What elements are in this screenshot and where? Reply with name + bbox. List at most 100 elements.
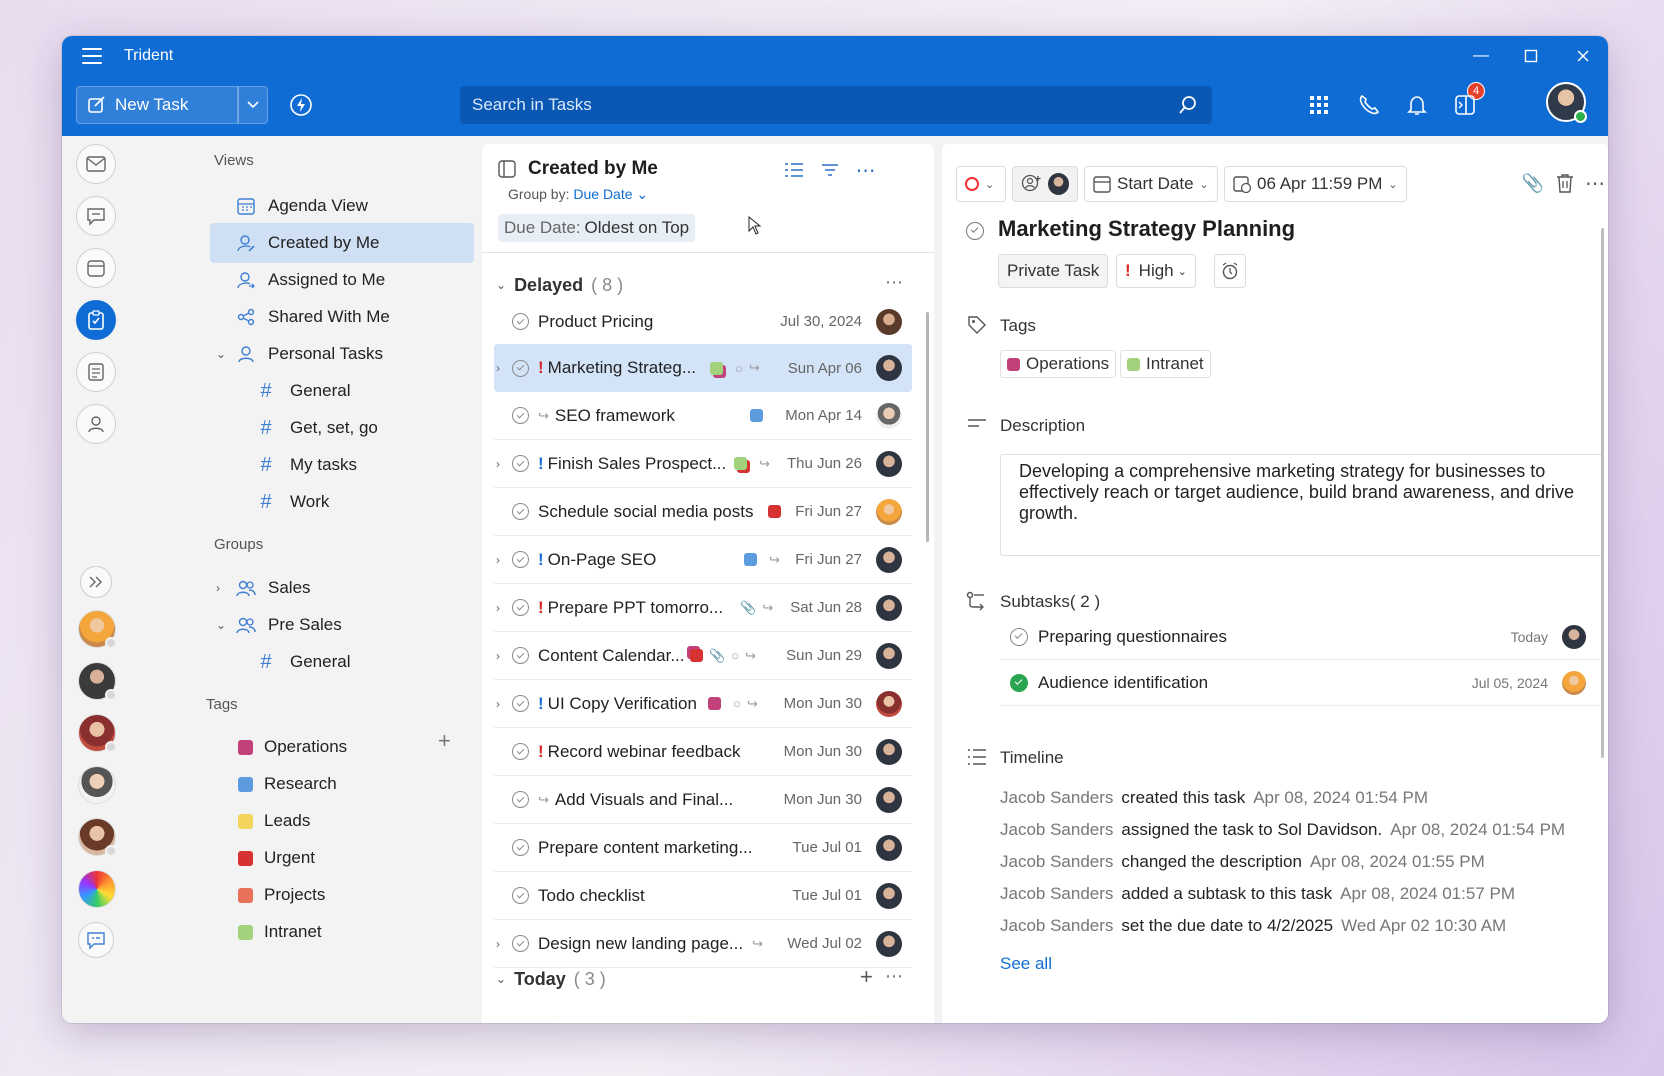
view-options-button[interactable] xyxy=(782,158,806,182)
contact-avatar-1[interactable] xyxy=(78,610,117,649)
tag-chip-operations[interactable]: Operations xyxy=(1000,350,1117,378)
sidebar-tag-projects[interactable]: Projects xyxy=(210,875,474,915)
rail-contacts[interactable] xyxy=(76,404,116,444)
description-field[interactable]: Developing a comprehensive marketing str… xyxy=(1000,454,1602,556)
sidebar-item-assigned-to-me[interactable]: Assigned to Me xyxy=(210,260,474,300)
task-checkbox[interactable] xyxy=(512,313,529,330)
subtask-checkbox-done[interactable] xyxy=(1010,673,1028,692)
chevron-right-icon[interactable]: › xyxy=(496,457,500,471)
new-task-button[interactable]: New Task xyxy=(76,86,238,124)
status-dropdown[interactable]: ⌄ xyxy=(956,166,1006,202)
sort-chip[interactable]: Due Date: Oldest on Top xyxy=(498,214,696,242)
sidebar-item-pre-sales[interactable]: ⌄ Pre Sales xyxy=(210,605,474,645)
filter-button[interactable] xyxy=(818,158,842,182)
complete-task-checkbox[interactable] xyxy=(966,222,984,240)
task-checkbox[interactable] xyxy=(512,839,529,856)
collapse-pane-icon[interactable] xyxy=(498,160,516,183)
sidebar-tag-research[interactable]: Research xyxy=(210,764,474,804)
sidebar-item-get-set-go[interactable]: # Get, set, go xyxy=(210,408,474,448)
group-header-delayed[interactable]: ⌄ Delayed ( 8 ) xyxy=(496,270,623,300)
sidebar-tag-urgent[interactable]: Urgent xyxy=(210,838,474,878)
attach-button[interactable]: 📎 xyxy=(1520,170,1546,196)
user-avatar[interactable] xyxy=(1546,82,1587,123)
sidebar-item-created-by-me[interactable]: Created by Me xyxy=(210,223,474,263)
due-date-picker[interactable]: 06 Apr 11:59 PM ⌄ xyxy=(1224,166,1407,202)
subtask-row[interactable]: Preparing questionnaires Today xyxy=(1000,614,1600,660)
sidebar-tag-intranet[interactable]: Intranet xyxy=(210,912,474,952)
task-row[interactable]: ! Record webinar feedback Mon Jun 30 xyxy=(494,728,912,776)
group-more-button[interactable]: ⋯ xyxy=(885,966,904,987)
task-row[interactable]: Product Pricing Jul 30, 2024 xyxy=(494,298,912,346)
task-row[interactable]: ↪ SEO framework Mon Apr 14 xyxy=(494,392,912,440)
rail-calendar[interactable] xyxy=(76,248,116,288)
rail-notes[interactable] xyxy=(76,352,116,392)
task-row[interactable]: › ! Finish Sales Prospect... ↪ Thu Jun 26 xyxy=(494,440,912,488)
start-date-picker[interactable]: Start Date ⌄ xyxy=(1084,166,1218,202)
delete-button[interactable] xyxy=(1552,170,1578,196)
rail-mail[interactable] xyxy=(76,144,116,184)
task-row-selected[interactable]: › ! Marketing Strateg... ○ ↪ Sun Apr 06 xyxy=(494,344,912,392)
sidebar-item-my-tasks[interactable]: # My tasks xyxy=(210,445,474,485)
quick-action-button[interactable] xyxy=(288,92,314,118)
task-checkbox[interactable] xyxy=(512,935,529,952)
task-checkbox[interactable] xyxy=(512,455,529,472)
task-checkbox[interactable] xyxy=(512,887,529,904)
menu-icon[interactable] xyxy=(82,48,102,64)
chevron-right-icon[interactable]: › xyxy=(496,937,500,951)
maximize-button[interactable] xyxy=(1508,42,1554,70)
task-row[interactable]: › Content Calendar... 📎 ○ ↪ Sun Jun 29 xyxy=(494,632,912,680)
sidebar-item-general[interactable]: # General xyxy=(210,371,474,411)
rail-feedback[interactable] xyxy=(78,922,114,958)
rail-tasks[interactable] xyxy=(76,300,116,340)
chevron-right-icon[interactable]: › xyxy=(496,601,500,615)
reminder-button[interactable] xyxy=(1214,254,1246,288)
priority-dropdown[interactable]: ! High ⌄ xyxy=(1116,254,1196,288)
more-options-button[interactable]: ⋯ xyxy=(1582,170,1608,196)
sidebar-tag-operations[interactable]: Operations xyxy=(210,727,474,767)
expand-rail-button[interactable] xyxy=(80,566,112,598)
task-row[interactable]: Schedule social media posts Fri Jun 27 xyxy=(494,488,912,536)
new-task-dropdown[interactable] xyxy=(238,86,268,124)
panel-toggle-button[interactable] xyxy=(1452,92,1478,118)
chevron-down-icon[interactable]: ⌄ xyxy=(216,618,226,632)
task-row[interactable]: Todo checklist Tue Jul 01 xyxy=(494,872,912,920)
list-scrollbar[interactable] xyxy=(926,312,929,542)
task-row[interactable]: › ! Prepare PPT tomorro... 📎 ↪ Sat Jun 28 xyxy=(494,584,912,632)
subtask-row[interactable]: Audience identification Jul 05, 2024 xyxy=(1000,660,1600,706)
task-checkbox[interactable] xyxy=(512,647,529,664)
task-row[interactable]: › ! On-Page SEO ↪ Fri Jun 27 xyxy=(494,536,912,584)
notifications-button[interactable] xyxy=(1404,92,1430,118)
more-options-button[interactable]: ⋯ xyxy=(854,158,878,182)
call-button[interactable] xyxy=(1356,92,1382,118)
contact-avatar-3[interactable] xyxy=(78,714,117,753)
chevron-right-icon[interactable]: › xyxy=(496,361,500,375)
add-task-today-button[interactable]: + xyxy=(860,964,873,990)
task-checkbox[interactable] xyxy=(512,695,529,712)
sidebar-item-agenda-view[interactable]: Agenda View xyxy=(210,186,474,226)
contact-avatar-6[interactable] xyxy=(78,870,116,908)
chevron-right-icon[interactable]: › xyxy=(496,697,500,711)
sidebar-item-shared-with-me[interactable]: Shared With Me xyxy=(210,297,474,337)
sidebar-item-work[interactable]: # Work xyxy=(210,482,474,522)
close-button[interactable] xyxy=(1560,42,1606,70)
contact-avatar-2[interactable] xyxy=(78,662,117,701)
task-checkbox[interactable] xyxy=(512,599,529,616)
task-checkbox[interactable] xyxy=(512,359,529,377)
task-row[interactable]: › Design new landing page... ↪ Wed Jul 0… xyxy=(494,920,912,968)
see-all-link[interactable]: See all xyxy=(1000,954,1052,974)
task-checkbox[interactable] xyxy=(512,743,529,760)
contact-avatar-5[interactable] xyxy=(78,818,117,857)
detail-scrollbar[interactable] xyxy=(1601,228,1604,758)
assignee-picker[interactable] xyxy=(1012,166,1078,202)
rail-chat[interactable] xyxy=(76,196,116,236)
private-task-toggle[interactable]: Private Task xyxy=(998,254,1109,288)
group-by-control[interactable]: Group by: Due Date ⌄ xyxy=(508,186,648,203)
task-row[interactable]: ↪ Add Visuals and Final... Mon Jun 30 xyxy=(494,776,912,824)
task-row[interactable]: › ! UI Copy Verification ○ ↪ Mon Jun 30 xyxy=(494,680,912,728)
chevron-right-icon[interactable]: › xyxy=(496,649,500,663)
sidebar-tag-leads[interactable]: Leads xyxy=(210,801,474,841)
chevron-down-icon[interactable]: ⌄ xyxy=(216,347,226,361)
chevron-right-icon[interactable]: › xyxy=(216,581,220,595)
task-checkbox[interactable] xyxy=(512,551,529,568)
sidebar-item-presales-general[interactable]: # General xyxy=(210,642,474,682)
